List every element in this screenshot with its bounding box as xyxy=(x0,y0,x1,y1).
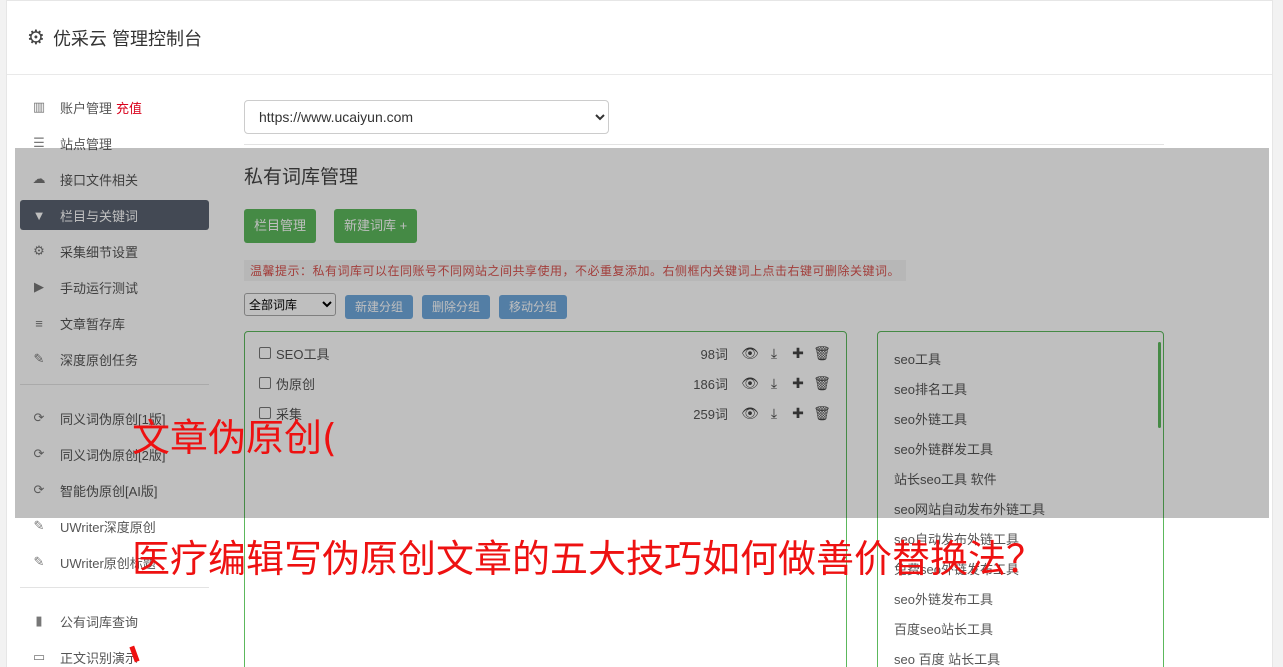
main-content: https://www.ucaiyun.com xyxy=(244,100,1164,134)
sidebar-item-label: 账户管理 xyxy=(60,100,113,116)
overlay-title: 文章伪原创( xyxy=(132,416,337,460)
monitor-icon: ▭ xyxy=(32,649,46,664)
bar-chart-icon: ▥ xyxy=(32,99,46,114)
overlay-headline: 医疗编辑写伪原创文章的五大技巧如何做善价替换法？ xyxy=(132,537,1045,581)
book-icon: ▮ xyxy=(35,613,43,628)
page-header-title: 优采云 管理控制台 xyxy=(52,28,202,49)
sidebar-item-public-lib[interactable]: ▮ 公有词库查询 xyxy=(20,606,209,636)
sidebar-item-account[interactable]: ▥ 账户管理 充值 xyxy=(20,92,209,122)
sidebar-item-label: 公有词库查询 xyxy=(60,614,139,630)
sidebar-divider xyxy=(20,587,209,588)
keyword-item[interactable]: seo 百度 站长工具 xyxy=(894,649,1000,667)
header: ⚙ 优采云 管理控制台 xyxy=(7,1,1272,75)
edit-icon: ✎ xyxy=(33,554,45,569)
recharge-link[interactable]: 充值 xyxy=(116,98,142,117)
section-divider xyxy=(244,144,1164,145)
keyword-item[interactable]: 百度seo站长工具 xyxy=(894,619,993,638)
dim-overlay xyxy=(15,148,1269,518)
gear-icon: ⚙ xyxy=(27,27,45,49)
sidebar-item-text-recognition[interactable]: ▭ 正文识别演示 xyxy=(20,642,209,667)
sidebar-item-label: 正文识别演示 xyxy=(60,650,139,666)
edit-icon: ✎ xyxy=(33,518,45,533)
keyword-item[interactable]: seo外链发布工具 xyxy=(894,589,993,608)
site-select[interactable]: https://www.ucaiyun.com xyxy=(244,100,609,134)
